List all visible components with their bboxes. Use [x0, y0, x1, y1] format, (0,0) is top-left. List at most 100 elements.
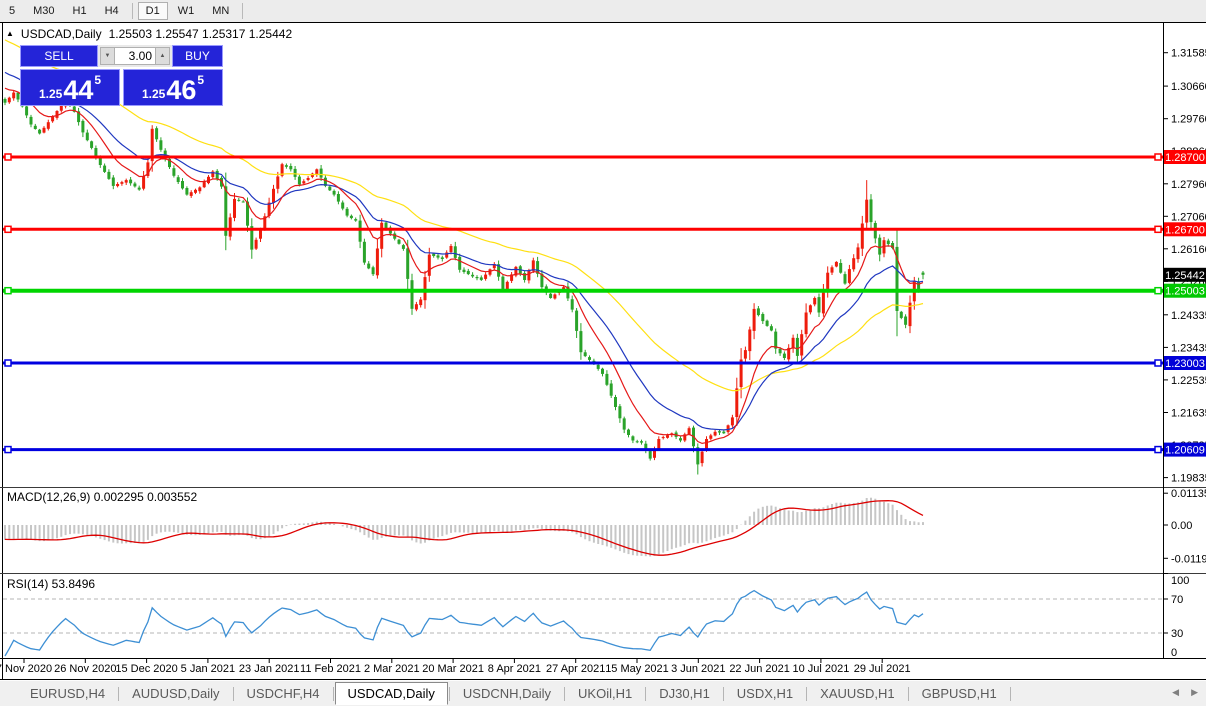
candle-body [371, 267, 375, 275]
axis-tick-label: 1.27060 [1171, 211, 1206, 223]
candle-body [133, 183, 137, 187]
candle-body [237, 199, 241, 201]
tab-scroll-left-icon[interactable]: ◀ [1172, 687, 1179, 698]
chart-ohlc-values: 1.25503 1.25547 1.25317 1.25442 [108, 27, 293, 41]
candle-body [640, 441, 643, 443]
candle-body [98, 157, 102, 165]
line-handle[interactable] [4, 225, 12, 234]
candle-body [384, 222, 388, 229]
line-handle[interactable] [1154, 153, 1162, 161]
candle-body [631, 436, 635, 441]
axis-tick-label: 1.23435 [1171, 342, 1206, 354]
candle-body [159, 140, 163, 150]
candle-body [367, 263, 371, 269]
axis-tick-label: 1.31585 [1171, 48, 1206, 60]
volume-increase-button[interactable]: ▲ [155, 47, 170, 65]
candle-body [254, 239, 258, 249]
candle-body [774, 331, 778, 349]
candle-body [553, 294, 557, 299]
collapse-triangle-icon[interactable]: ▲ [6, 30, 14, 38]
candle-body [90, 141, 94, 148]
candle-body [228, 217, 232, 237]
axis-tick-label: 1.25442 [1165, 270, 1205, 282]
candle-body [795, 337, 799, 356]
candle-body [306, 178, 310, 180]
candle-body [679, 438, 682, 441]
line-handle[interactable] [1154, 359, 1162, 367]
candle-body [769, 326, 773, 331]
axis-tick-label: 1.21635 [1171, 408, 1206, 420]
candle-body [46, 122, 50, 129]
candle-body [852, 258, 856, 270]
candle-body [865, 199, 869, 223]
volume-spinner: ▼ 3.00 ▲ [98, 45, 172, 67]
candle-body [501, 276, 505, 290]
candle-body [111, 177, 115, 186]
candle-body [709, 435, 713, 439]
candle-body [527, 270, 531, 281]
line-handle[interactable] [4, 286, 12, 295]
candle-body [609, 383, 613, 396]
candle-body [847, 269, 851, 283]
candle-body [349, 215, 353, 219]
mt4-window: 5M30H1H4D1W1MN 1.315851.306601.297601.28… [0, 0, 1206, 706]
tab-scroll-arrows: ◀ ▶ [1172, 687, 1198, 698]
candle-body [449, 246, 453, 253]
candle-body [432, 253, 436, 256]
axis-tick-label: 1.29760 [1171, 114, 1206, 126]
candle-body [3, 99, 7, 103]
candle-body [666, 435, 669, 438]
candle-body [341, 202, 345, 209]
candle-body [575, 310, 579, 331]
candle-body [834, 261, 838, 267]
tab-scroll-right-icon[interactable]: ▶ [1191, 687, 1198, 698]
candle-body [748, 329, 752, 352]
sell-button[interactable]: SELL [20, 45, 98, 67]
candle-body [12, 92, 16, 99]
candle-body [440, 257, 444, 259]
buy-button[interactable]: BUY [172, 45, 223, 67]
candle-body [142, 176, 146, 189]
line-handle[interactable] [4, 445, 12, 454]
axis-tick-label: 1.22535 [1171, 375, 1206, 387]
line-handle[interactable] [4, 359, 12, 367]
candle-body [778, 349, 782, 354]
candle-body [756, 308, 760, 316]
chart-title: ▲ USDCAD,Daily 1.25503 1.25547 1.25317 1… [6, 27, 292, 41]
axis-tick-label: 1.20609 [1165, 445, 1205, 457]
line-handle[interactable] [1154, 225, 1162, 234]
candle-body [813, 298, 817, 305]
candle-body [345, 208, 349, 216]
candle-body [899, 311, 903, 318]
candle-body [328, 186, 332, 191]
axis-tick-label: 10 Jul 2021 [792, 663, 849, 675]
buy-price-display[interactable]: 1.25 46 5 [123, 69, 223, 106]
axis-tick-label: 0.00 [1171, 520, 1192, 532]
candle-body [713, 431, 717, 436]
candle-body [856, 247, 860, 260]
line-handle[interactable] [1154, 445, 1162, 454]
axis-tick-label: 1.23003 [1165, 358, 1205, 370]
line-handle[interactable] [1154, 286, 1162, 295]
candle-body [817, 297, 821, 313]
volume-decrease-button[interactable]: ▼ [100, 47, 115, 65]
axis-tick-label: 30 [1171, 628, 1183, 640]
candle-body [618, 406, 622, 419]
candle-body [627, 429, 630, 435]
ma-line-2 [4, 87, 924, 445]
candle-body [293, 168, 297, 177]
candle-body [202, 182, 206, 188]
volume-input[interactable]: 3.00 [115, 47, 155, 65]
candle-body [185, 188, 189, 195]
buy-price-main: 46 [166, 75, 197, 105]
candle-body [29, 116, 33, 125]
axis-tick-label: 0.01135 [1171, 488, 1206, 500]
line-handle[interactable] [4, 153, 12, 161]
candle-body [176, 177, 180, 182]
axis-tick-label: 5 Jan 2021 [181, 663, 235, 675]
sell-price-pip: 5 [94, 73, 102, 87]
candle-body [375, 248, 379, 276]
candle-body [570, 299, 574, 310]
candle-body [549, 293, 553, 298]
sell-price-display[interactable]: 1.25 44 5 [20, 69, 120, 106]
